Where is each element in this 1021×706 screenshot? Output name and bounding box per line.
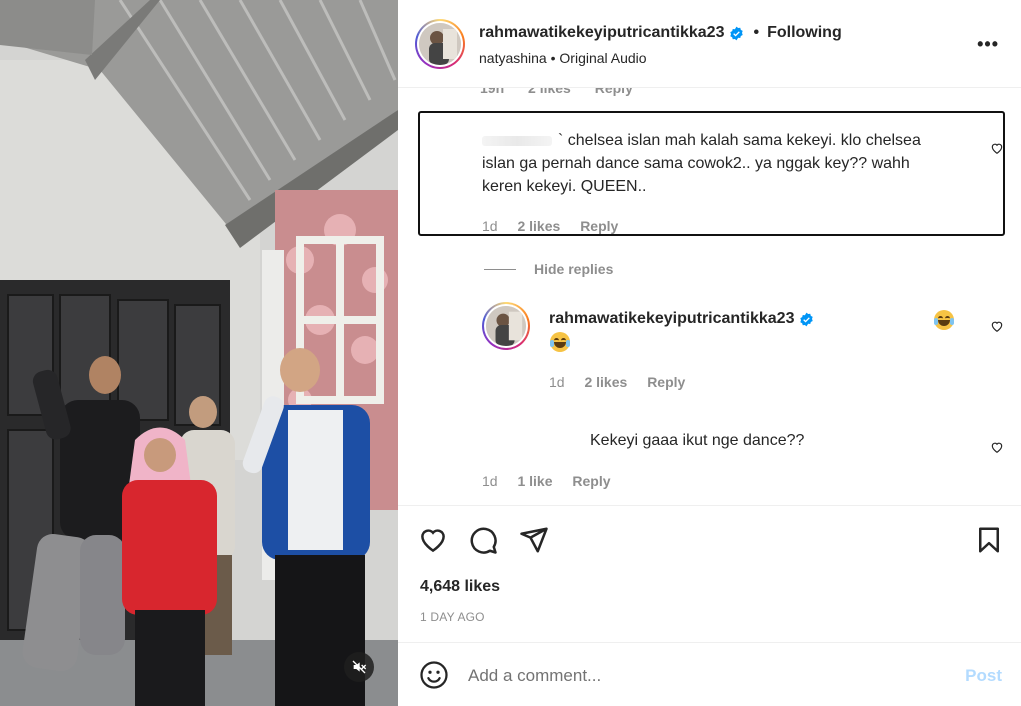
hide-replies-button[interactable]: Hide replies (484, 261, 613, 277)
comment-likes[interactable]: 2 likes (584, 374, 627, 390)
replies-divider-line (484, 268, 516, 270)
comment-reply-button[interactable]: Reply (595, 88, 633, 96)
comment-bubble-icon[interactable] (468, 525, 498, 555)
comment-text-line-3: keren kekeyi. QUEEN.. (482, 178, 647, 195)
comment-reply-button[interactable]: Reply (572, 473, 610, 489)
post-actions-bar: 4,648 likes 1 DAY AGO (398, 505, 1021, 641)
avatar-photo (419, 23, 461, 65)
comment-text-line-2: islan ga pernah dance sama cowok2.. ya n… (482, 155, 910, 172)
comment-time: 1d (549, 374, 565, 390)
post-comment-button[interactable]: Post (965, 666, 1002, 686)
post-video[interactable] (0, 0, 398, 706)
comment-reply-button[interactable]: Reply (580, 218, 618, 234)
comment-time: 1d (482, 473, 498, 489)
share-paper-plane-icon[interactable] (519, 525, 549, 555)
comment-reply-button[interactable]: Reply (647, 374, 685, 390)
video-frame-image (0, 0, 398, 706)
like-comment-heart-icon[interactable] (990, 141, 1004, 155)
reply-meta: 1d 2 likes Reply (549, 374, 701, 390)
more-options-button[interactable]: ••• (977, 34, 999, 55)
like-comment-heart-icon[interactable] (990, 319, 1004, 333)
hide-replies-label: Hide replies (534, 261, 614, 277)
like-comment-heart-icon[interactable] (990, 440, 1004, 454)
tears-of-joy-emoji-icon (550, 332, 570, 352)
comments-list[interactable]: 19h 2 likes Reply ` chelsea islan mah ka… (398, 88, 1021, 504)
save-bookmark-icon[interactable] (974, 525, 1004, 555)
post-timestamp[interactable]: 1 DAY AGO (420, 610, 485, 624)
comment-input[interactable] (468, 663, 928, 689)
avatar-photo (486, 306, 526, 346)
post-header: rahmawatikekeyiputricantikka23 • Followi… (398, 0, 1021, 88)
original-audio-link[interactable]: Original Audio (559, 50, 646, 66)
comment-time: 19h (480, 88, 505, 96)
audio-separator: • (550, 50, 556, 66)
emoji-picker-icon[interactable] (419, 660, 449, 690)
likes-count[interactable]: 4,648 likes (420, 578, 500, 596)
add-comment-bar: Post (398, 642, 1021, 706)
reply-author-avatar[interactable] (482, 302, 530, 350)
verified-badge-icon (800, 312, 814, 326)
like-heart-icon[interactable] (418, 525, 448, 555)
audio-author-link[interactable]: natyashina (479, 50, 547, 66)
reply-meta: 1d 1 like Reply (482, 473, 627, 489)
comment-likes[interactable]: 2 likes (517, 218, 560, 234)
reply-author-username[interactable]: rahmawatikekeyiputricantikka23 (549, 310, 794, 328)
comment-time: 1d (482, 218, 498, 234)
author-username[interactable]: rahmawatikekeyiputricantikka23 (479, 24, 724, 42)
following-button[interactable]: Following (767, 24, 842, 42)
speaker-muted-icon (352, 660, 367, 674)
comment-text-line-1: ` chelsea islan mah kalah sama kekeyi. k… (558, 132, 921, 149)
cut-off-comment-meta: 19h 2 likes Reply (480, 88, 653, 96)
author-avatar[interactable] (415, 19, 465, 69)
mute-toggle-button[interactable] (344, 652, 374, 682)
reply-text: Kekeyi gaaa ikut nge dance?? (590, 432, 805, 449)
tears-of-joy-emoji-icon (934, 310, 954, 330)
comment-likes[interactable]: 1 like (517, 473, 552, 489)
highlighted-comment: ` chelsea islan mah kalah sama kekeyi. k… (418, 111, 1005, 236)
comment-likes[interactable]: 2 likes (528, 88, 571, 96)
separator-dot: • (753, 24, 760, 41)
post-info-pane: rahmawatikekeyiputricantikka23 • Followi… (398, 0, 1021, 706)
verified-badge-icon (730, 26, 744, 40)
blurred-username (482, 135, 552, 146)
